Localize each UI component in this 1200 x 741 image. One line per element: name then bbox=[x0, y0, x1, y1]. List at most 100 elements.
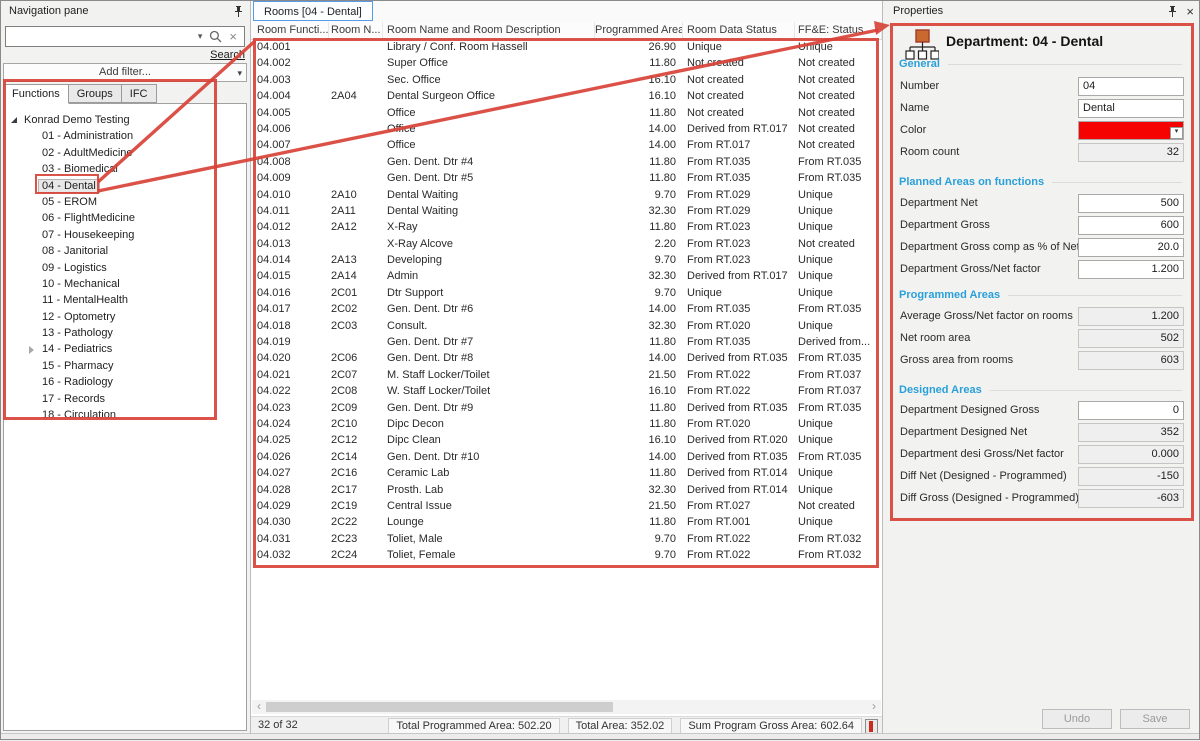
table-row[interactable]: 04.011 2A11 Dental Waiting 32.30 From RT… bbox=[251, 203, 882, 219]
table-row[interactable]: 04.002 Super Office 11.80 Not created No… bbox=[251, 55, 882, 71]
table-row[interactable]: 04.027 2C16 Ceramic Lab 11.80 Derived fr… bbox=[251, 465, 882, 481]
tree-expander-icon[interactable] bbox=[29, 346, 34, 354]
field-value[interactable]: 600 bbox=[1078, 216, 1184, 235]
table-row[interactable]: 04.016 2C01 Dtr Support 9.70 Unique Uniq… bbox=[251, 285, 882, 301]
col-room-name[interactable]: Room Name and Room Description bbox=[383, 22, 595, 39]
tree-item[interactable]: 09 - Logistics bbox=[4, 260, 246, 276]
table-row[interactable]: 04.008 Gen. Dent. Dtr #4 11.80 From RT.0… bbox=[251, 154, 882, 170]
table-row[interactable]: 04.004 2A04 Dental Surgeon Office 16.10 … bbox=[251, 88, 882, 104]
table-row[interactable]: 04.028 2C17 Prosth. Lab 32.30 Derived fr… bbox=[251, 482, 882, 498]
col-room-number[interactable]: Room N... bbox=[329, 22, 383, 39]
cell-programmed-area: 11.80 bbox=[595, 105, 683, 121]
tree-item[interactable]: 06 - FlightMedicine bbox=[4, 210, 246, 226]
table-row[interactable]: 04.005 Office 11.80 Not created Not crea… bbox=[251, 105, 882, 121]
col-room-function[interactable]: Room Functi... bbox=[251, 22, 329, 39]
tree-item[interactable]: 01 - Administration bbox=[4, 128, 246, 144]
clear-search-icon[interactable]: × bbox=[229, 29, 237, 44]
table-row[interactable]: 04.021 2C07 M. Staff Locker/Toilet 21.50… bbox=[251, 367, 882, 383]
add-filter-caret-icon[interactable]: ▾ bbox=[237, 65, 242, 82]
tree-item[interactable]: 02 - AdultMedicine bbox=[4, 145, 246, 161]
cell-room-function: 04.017 bbox=[251, 301, 329, 317]
nav-tab[interactable]: Functions bbox=[3, 84, 69, 104]
cell-room-name: Ceramic Lab bbox=[383, 465, 595, 481]
table-row[interactable]: 04.007 Office 14.00 From RT.017 Not crea… bbox=[251, 137, 882, 153]
tree-item-label: 16 - Radiology bbox=[42, 376, 113, 388]
tree-item[interactable]: 12 - Optometry bbox=[4, 309, 246, 325]
table-row[interactable]: 04.030 2C22 Lounge 11.80 From RT.001 Uni… bbox=[251, 514, 882, 530]
table-row[interactable]: 04.018 2C03 Consult. 32.30 From RT.020 U… bbox=[251, 318, 882, 334]
tree-expander-icon[interactable] bbox=[11, 117, 17, 123]
tree-item[interactable]: 14 - Pediatrics bbox=[4, 341, 246, 357]
field-value[interactable]: 500 bbox=[1078, 194, 1184, 213]
table-row[interactable]: 04.013 X-Ray Alcove 2.20 From RT.023 Not… bbox=[251, 236, 882, 252]
col-programmed-area[interactable]: Programmed Area bbox=[595, 22, 683, 39]
tree-item[interactable]: 18 - Circulation bbox=[4, 407, 246, 423]
field-value[interactable]: 0 bbox=[1078, 401, 1184, 420]
table-row[interactable]: 04.024 2C10 Dipc Decon 11.80 From RT.020… bbox=[251, 416, 882, 432]
search-box[interactable]: ▾ × bbox=[5, 26, 245, 47]
field-value[interactable]: 0.000 bbox=[1078, 445, 1184, 464]
tree-item[interactable]: 10 - Mechanical bbox=[4, 276, 246, 292]
cell-room-name: Toliet, Male bbox=[383, 531, 595, 547]
search-icon[interactable] bbox=[209, 30, 222, 43]
tree-item[interactable]: 17 - Records bbox=[4, 391, 246, 407]
table-row[interactable]: 04.015 2A14 Admin 32.30 Derived from RT.… bbox=[251, 268, 882, 284]
color-dropdown-caret-icon[interactable]: ▾ bbox=[1170, 127, 1183, 139]
cell-room-data-status: From RT.022 bbox=[683, 531, 795, 547]
table-row[interactable]: 04.014 2A13 Developing 9.70 From RT.023 … bbox=[251, 252, 882, 268]
field-value[interactable]: 20.0 bbox=[1078, 238, 1184, 257]
table-row[interactable]: 04.003 Sec. Office 16.10 Not created Not… bbox=[251, 72, 882, 88]
field-value[interactable]: 1.200 bbox=[1078, 260, 1184, 279]
tree-item[interactable]: 15 - Pharmacy bbox=[4, 358, 246, 374]
table-row[interactable]: 04.032 2C24 Toliet, Female 9.70 From RT.… bbox=[251, 547, 882, 563]
scroll-left-icon[interactable]: ‹ bbox=[252, 700, 266, 714]
pin-icon[interactable] bbox=[233, 5, 244, 18]
nav-tab[interactable]: Groups bbox=[68, 84, 122, 103]
tree-item[interactable]: 16 - Radiology bbox=[4, 374, 246, 390]
search-input[interactable] bbox=[10, 27, 198, 46]
table-row[interactable]: 04.017 2C02 Gen. Dent. Dtr #6 14.00 From… bbox=[251, 301, 882, 317]
name-field[interactable]: Dental bbox=[1078, 99, 1184, 118]
table-row[interactable]: 04.026 2C14 Gen. Dent. Dtr #10 14.00 Der… bbox=[251, 449, 882, 465]
table-row[interactable]: 04.006 Office 14.00 Derived from RT.017 … bbox=[251, 121, 882, 137]
tree-item[interactable]: 11 - MentalHealth bbox=[4, 292, 246, 308]
col-ffe-status[interactable]: FF&E: Status bbox=[795, 22, 882, 39]
table-row[interactable]: 04.029 2C19 Central Issue 21.50 From RT.… bbox=[251, 498, 882, 514]
search-dropdown-caret-icon[interactable]: ▾ bbox=[198, 31, 203, 42]
scroll-right-icon[interactable]: › bbox=[867, 700, 881, 714]
field-value[interactable]: 352 bbox=[1078, 423, 1184, 442]
table-row[interactable]: 04.020 2C06 Gen. Dent. Dtr #8 14.00 Deri… bbox=[251, 350, 882, 366]
tree-item[interactable]: 04 - Dental bbox=[4, 178, 246, 194]
close-icon[interactable]: × bbox=[1186, 5, 1194, 18]
color-field[interactable]: ▾ bbox=[1078, 121, 1184, 140]
tree-item[interactable]: 13 - Pathology bbox=[4, 325, 246, 341]
pin-icon[interactable] bbox=[1167, 5, 1178, 18]
tree-item[interactable]: 05 - EROM bbox=[4, 194, 246, 210]
scrollbar-thumb[interactable] bbox=[266, 702, 613, 712]
horizontal-scrollbar[interactable]: ‹ › bbox=[252, 700, 881, 714]
tree-item[interactable]: Konrad Demo Testing bbox=[4, 112, 246, 128]
rooms-tab[interactable]: Rooms [04 - Dental] bbox=[253, 1, 373, 21]
table-row[interactable]: 04.025 2C12 Dipc Clean 16.10 Derived fro… bbox=[251, 432, 882, 448]
table-row[interactable]: 04.022 2C08 W. Staff Locker/Toilet 16.10… bbox=[251, 383, 882, 399]
tree-item[interactable]: 07 - Housekeeping bbox=[4, 227, 246, 243]
field-value[interactable]: -150 bbox=[1078, 467, 1184, 486]
table-row[interactable]: 04.001 Library / Conf. Room Hassell 26.9… bbox=[251, 39, 882, 55]
number-field[interactable]: 04 bbox=[1078, 77, 1184, 96]
field-value[interactable]: -603 bbox=[1078, 489, 1184, 508]
nav-tab[interactable]: IFC bbox=[121, 84, 157, 103]
table-row[interactable]: 04.010 2A10 Dental Waiting 9.70 From RT.… bbox=[251, 187, 882, 203]
undo-button[interactable]: Undo bbox=[1042, 709, 1112, 729]
table-row[interactable]: 04.019 Gen. Dent. Dtr #7 11.80 From RT.0… bbox=[251, 334, 882, 350]
table-row[interactable]: 04.009 Gen. Dent. Dtr #5 11.80 From RT.0… bbox=[251, 170, 882, 186]
table-row[interactable]: 04.023 2C09 Gen. Dent. Dtr #9 11.80 Deri… bbox=[251, 400, 882, 416]
add-filter-button[interactable]: Add filter... ▾ bbox=[3, 63, 247, 82]
tree-item[interactable]: 08 - Janitorial bbox=[4, 243, 246, 259]
tree-item[interactable]: 03 - Biomedical bbox=[4, 161, 246, 177]
col-room-data-status[interactable]: Room Data Status bbox=[683, 22, 795, 39]
table-row[interactable]: 04.031 2C23 Toliet, Male 9.70 From RT.02… bbox=[251, 531, 882, 547]
save-button[interactable]: Save bbox=[1120, 709, 1190, 729]
cell-room-number: 2C16 bbox=[329, 465, 383, 481]
search-link[interactable]: Search bbox=[210, 49, 245, 61]
table-row[interactable]: 04.012 2A12 X-Ray 11.80 From RT.023 Uniq… bbox=[251, 219, 882, 235]
